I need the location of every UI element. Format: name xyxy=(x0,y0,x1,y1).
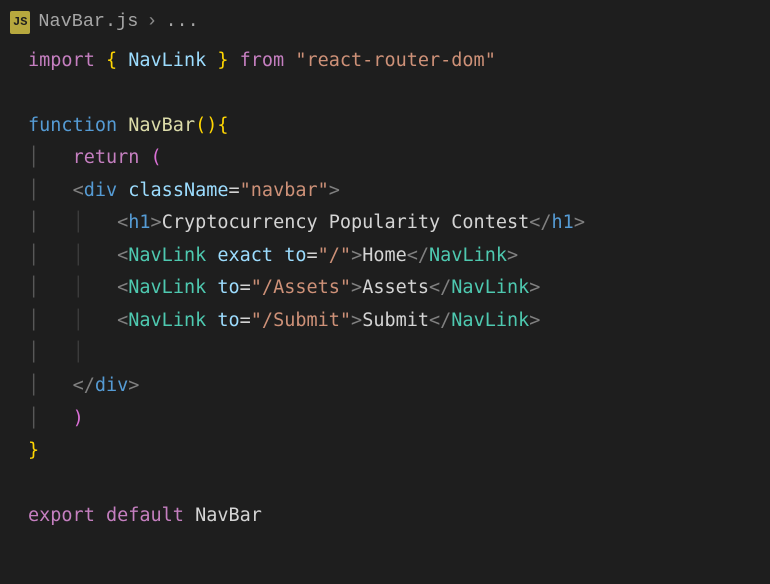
jsx-h1-close: h1 xyxy=(552,212,574,233)
attr-classname: className xyxy=(128,180,228,201)
navlink2-open: NavLink xyxy=(128,277,206,298)
navlink1-close: NavLink xyxy=(429,245,507,266)
breadcrumb[interactable]: JS NavBar.js › ... xyxy=(0,0,770,45)
kw-from: from xyxy=(240,50,285,71)
code-editor[interactable]: import { NavLink } from "react-router-do… xyxy=(0,45,770,533)
fn-name: NavBar xyxy=(128,115,195,136)
jsx-div-open: div xyxy=(84,180,117,201)
jsx-h1-open: h1 xyxy=(128,212,150,233)
breadcrumb-rest[interactable]: ... xyxy=(165,6,198,39)
navlink1-open: NavLink xyxy=(128,245,206,266)
attr-to-2-val: "/Assets" xyxy=(251,277,351,298)
navlink3-open: NavLink xyxy=(128,310,206,331)
navlink3-close: NavLink xyxy=(451,310,529,331)
attr-exact: exact xyxy=(217,245,273,266)
attr-classname-val: "navbar" xyxy=(240,180,329,201)
kw-function: function xyxy=(28,115,117,136)
breadcrumb-file[interactable]: NavBar.js xyxy=(38,6,138,39)
export-name: NavBar xyxy=(195,505,262,526)
import-module: "react-router-dom" xyxy=(295,50,495,71)
jsx-div-close: div xyxy=(95,375,128,396)
navlink2-close: NavLink xyxy=(451,277,529,298)
import-ident: NavLink xyxy=(128,50,206,71)
attr-to-3: to xyxy=(217,310,239,331)
kw-return: return xyxy=(73,147,140,168)
attr-to-3-val: "/Submit" xyxy=(251,310,351,331)
h1-text: Cryptocurrency Popularity Contest xyxy=(162,212,530,233)
kw-default: default xyxy=(106,505,184,526)
link2-text: Assets xyxy=(362,277,429,298)
attr-to-1-val: "/" xyxy=(318,245,351,266)
kw-import: import xyxy=(28,50,95,71)
chevron-right-icon: › xyxy=(146,6,157,39)
attr-to-1: to xyxy=(284,245,306,266)
attr-to-2: to xyxy=(217,277,239,298)
kw-export: export xyxy=(28,505,95,526)
link1-text: Home xyxy=(362,245,407,266)
js-file-icon: JS xyxy=(10,11,30,34)
link3-text: Submit xyxy=(362,310,429,331)
